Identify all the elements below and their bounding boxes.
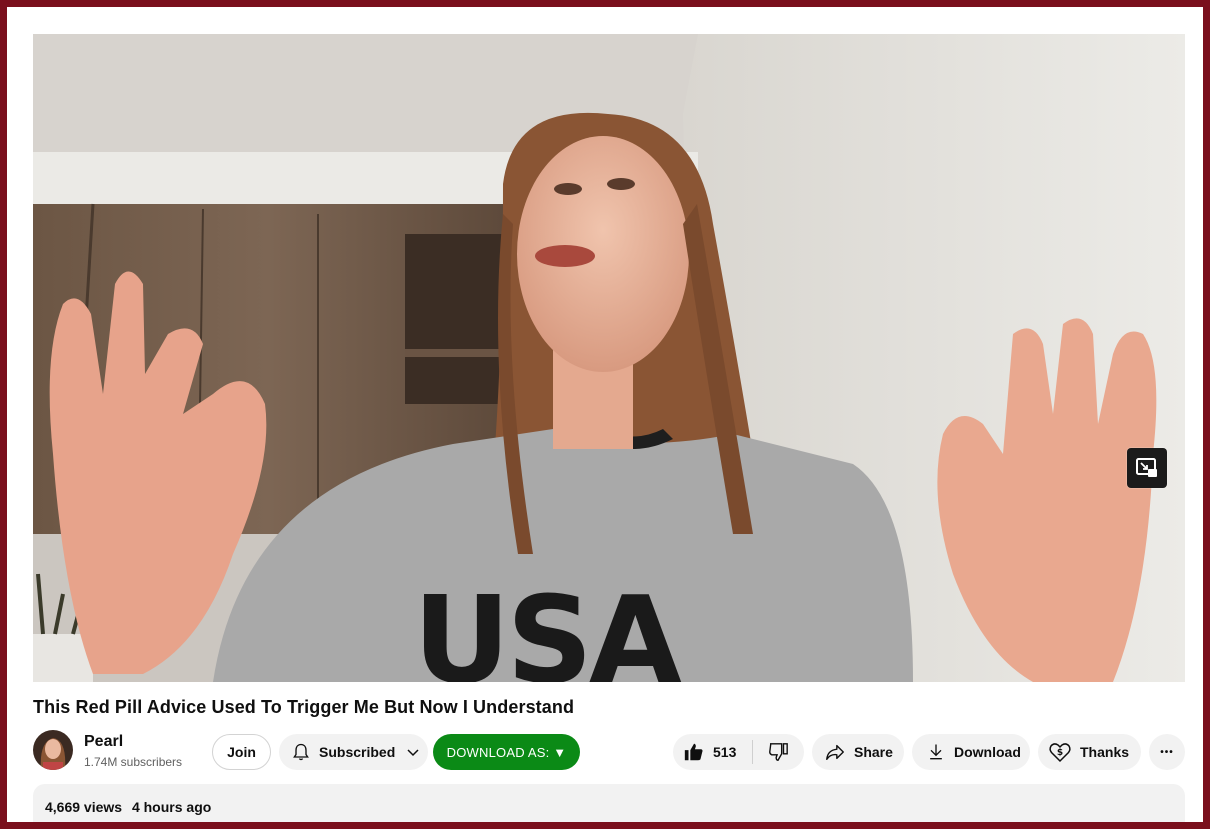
- video-title: This Red Pill Advice Used To Trigger Me …: [33, 697, 575, 717]
- share-arrow-icon: [826, 744, 844, 761]
- thumbs-down-icon: [769, 743, 788, 761]
- thanks-button[interactable]: $ Thanks: [1038, 734, 1141, 770]
- download-label: Download: [954, 744, 1021, 760]
- upload-age: 4 hours ago: [131, 799, 212, 815]
- dislike-button[interactable]: [753, 734, 803, 770]
- heart-dollar-icon: $: [1049, 743, 1071, 763]
- bell-icon: [293, 743, 309, 761]
- download-button[interactable]: Download: [912, 734, 1030, 770]
- download-as-button[interactable]: DOWNLOAD AS: ▼: [433, 734, 580, 770]
- share-button[interactable]: Share: [812, 734, 904, 770]
- thanks-label: Thanks: [1080, 744, 1130, 760]
- svg-text:$: $: [1057, 748, 1063, 758]
- like-button[interactable]: 513: [673, 734, 752, 770]
- view-count: 4,669 views: [45, 799, 123, 815]
- sweatshirt-text: USA: [413, 572, 682, 682]
- more-actions-button[interactable]: •••: [1149, 734, 1185, 770]
- description-box[interactable]: 4,669 views 4 hours ago: [33, 784, 1185, 822]
- download-icon: [930, 744, 942, 760]
- miniplayer-icon: [1136, 458, 1157, 477]
- video-meta: 4,669 views 4 hours ago: [45, 799, 211, 815]
- like-dislike-group: 513: [673, 734, 804, 770]
- thumbs-up-icon: [684, 743, 703, 761]
- subscriber-count: 1.74M subscribers: [84, 755, 183, 769]
- subscribed-button[interactable]: Subscribed: [279, 734, 428, 770]
- like-count: 513: [713, 744, 737, 760]
- channel-name[interactable]: Pearl: [84, 733, 123, 751]
- video-frame: USA: [33, 34, 1185, 682]
- download-as-label: DOWNLOAD AS: ▼: [446, 744, 567, 760]
- chevron-down-icon: [407, 749, 419, 757]
- video-player[interactable]: USA: [33, 34, 1185, 682]
- join-button[interactable]: Join: [212, 734, 271, 770]
- miniplayer-button[interactable]: [1127, 448, 1167, 488]
- avatar-image: [33, 730, 73, 770]
- avatar[interactable]: [33, 730, 73, 770]
- share-label: Share: [854, 744, 893, 760]
- more-horizontal-icon: •••: [1160, 746, 1174, 758]
- subscribed-label: Subscribed: [319, 744, 396, 760]
- youtube-watch-page: USA This Red Pill Advice Used To Trigger…: [7, 7, 1203, 822]
- join-label: Join: [227, 744, 256, 760]
